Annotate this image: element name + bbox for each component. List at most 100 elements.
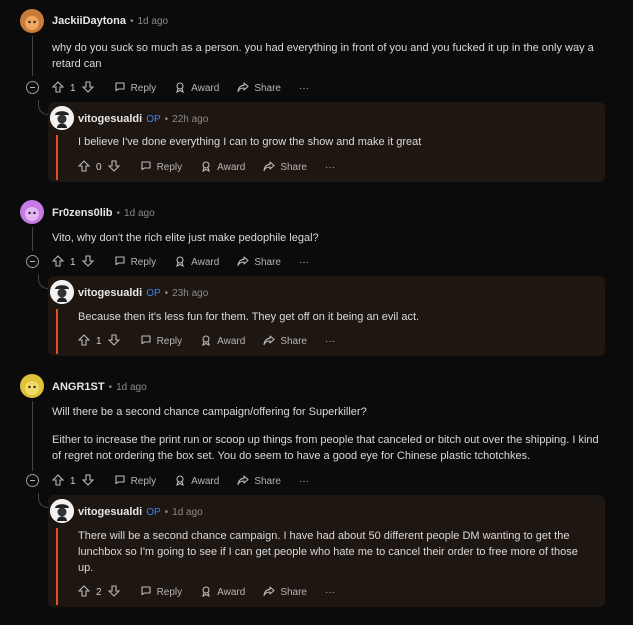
thread-line[interactable]: [32, 36, 33, 76]
comment-author[interactable]: JackiiDaytona: [52, 15, 126, 27]
comment-meta: JackiiDaytona • 1d ago: [52, 15, 168, 27]
award-button[interactable]: Award: [200, 160, 245, 175]
more-options-button[interactable]: ···: [325, 336, 335, 347]
vote-count: 1: [70, 256, 76, 268]
vote-count: 1: [70, 82, 76, 94]
comment-time: 1d ago: [137, 15, 169, 27]
reply-label: Reply: [130, 82, 157, 94]
comment-body: why do you suck so much as a person. you…: [52, 40, 600, 72]
comment-actions: 1 Reply Award Share ···: [51, 473, 327, 489]
share-icon: [237, 255, 254, 270]
share-button[interactable]: Share: [237, 255, 281, 270]
vote-count: 2: [96, 586, 102, 598]
more-options-button[interactable]: ···: [325, 587, 335, 598]
vote-control: 1: [51, 473, 94, 489]
reply-label: Reply: [130, 256, 157, 268]
share-button[interactable]: Share: [263, 160, 307, 175]
comment-meta: ANGR1ST • 1d ago: [52, 381, 147, 393]
comment-author[interactable]: Fr0zens0lib: [52, 207, 113, 219]
award-icon: [174, 474, 191, 489]
vote-count: 1: [96, 335, 102, 347]
reply-author[interactable]: vitogesualdi: [78, 113, 142, 125]
award-icon: [200, 585, 217, 600]
avatar[interactable]: [50, 106, 74, 130]
reply-time: 22h ago: [172, 113, 209, 125]
downvote-icon[interactable]: [81, 80, 94, 96]
reply-meta: vitogesualdi OP • 23h ago: [78, 287, 208, 299]
downvote-icon[interactable]: [107, 333, 120, 349]
vote-control: 1: [51, 80, 94, 96]
avatar[interactable]: [20, 374, 44, 398]
award-button[interactable]: Award: [174, 81, 219, 96]
downvote-icon[interactable]: [81, 254, 94, 270]
award-icon: [174, 255, 191, 270]
downvote-icon[interactable]: [107, 159, 120, 175]
share-icon: [263, 334, 280, 349]
share-button[interactable]: Share: [263, 334, 307, 349]
award-label: Award: [217, 586, 246, 598]
comment-paragraph: Either to increase the print run or scoo…: [52, 434, 599, 462]
reply-button[interactable]: Reply: [114, 81, 157, 96]
reply-paragraph: There will be a second chance campaign. …: [78, 530, 578, 574]
reply-label: Reply: [130, 475, 157, 487]
award-button[interactable]: Award: [174, 255, 219, 270]
reply-author[interactable]: vitogesualdi: [78, 287, 142, 299]
avatar[interactable]: [20, 200, 44, 224]
thread-line[interactable]: [32, 401, 33, 471]
share-button[interactable]: Share: [237, 81, 281, 96]
separator-dot: •: [108, 381, 113, 393]
share-icon: [263, 160, 280, 175]
upvote-icon[interactable]: [77, 333, 91, 349]
award-button[interactable]: Award: [200, 585, 245, 600]
thread-line[interactable]: [32, 227, 33, 251]
upvote-icon[interactable]: [51, 80, 65, 96]
vote-control: 1: [51, 254, 94, 270]
upvote-icon[interactable]: [77, 159, 91, 175]
more-options-button[interactable]: ···: [325, 162, 335, 173]
op-badge: OP: [146, 506, 161, 518]
reply-icon: [114, 81, 131, 96]
downvote-icon[interactable]: [81, 473, 94, 489]
share-icon: [237, 81, 254, 96]
more-options-button[interactable]: ···: [299, 83, 309, 94]
more-options-button[interactable]: ···: [299, 257, 309, 268]
award-label: Award: [217, 161, 246, 173]
vote-control: 0: [77, 159, 120, 175]
award-button[interactable]: Award: [200, 334, 245, 349]
highlight-bar: [56, 135, 58, 180]
avatar[interactable]: [50, 280, 74, 304]
avatar[interactable]: [50, 499, 74, 523]
comment-author[interactable]: ANGR1ST: [52, 381, 105, 393]
share-button[interactable]: Share: [237, 474, 281, 489]
collapse-button[interactable]: [26, 474, 39, 487]
award-icon: [200, 334, 217, 349]
share-label: Share: [280, 161, 307, 173]
reply-button[interactable]: Reply: [140, 585, 183, 600]
upvote-icon[interactable]: [77, 584, 91, 600]
reply-time: 1d ago: [172, 506, 203, 518]
avatar[interactable]: [20, 9, 44, 33]
collapse-button[interactable]: [26, 81, 39, 94]
share-button[interactable]: Share: [263, 585, 307, 600]
reply-button[interactable]: Reply: [114, 474, 157, 489]
upvote-icon[interactable]: [51, 473, 65, 489]
reply-label: Reply: [156, 586, 183, 598]
reply-button[interactable]: Reply: [114, 255, 157, 270]
award-icon: [174, 81, 191, 96]
reply-body: I believe I've done everything I can to …: [78, 134, 588, 150]
reply-author[interactable]: vitogesualdi: [78, 506, 142, 518]
comment-actions: 1 Reply Award Share ···: [51, 80, 327, 96]
comment-time: 1d ago: [116, 381, 147, 393]
comment-meta: Fr0zens0lib • 1d ago: [52, 207, 155, 219]
more-options-button[interactable]: ···: [299, 476, 309, 487]
reply-icon: [140, 334, 157, 349]
downvote-icon[interactable]: [107, 584, 120, 600]
reply-button[interactable]: Reply: [140, 160, 182, 175]
reply-button[interactable]: Reply: [140, 334, 182, 349]
award-button[interactable]: Award: [174, 474, 219, 489]
reply-icon: [114, 474, 131, 489]
collapse-button[interactable]: [26, 255, 39, 268]
comment-body: Vito, why don't the rich elite just make…: [52, 230, 600, 246]
reply-icon: [114, 255, 131, 270]
upvote-icon[interactable]: [51, 254, 65, 270]
